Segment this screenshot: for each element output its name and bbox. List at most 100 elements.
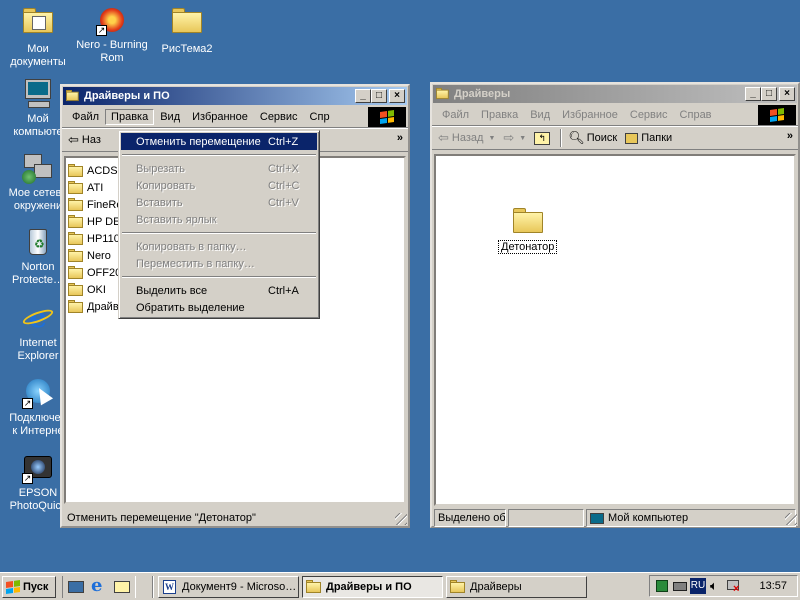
minimize-button[interactable]: _ bbox=[745, 87, 761, 101]
quick-launch: e bbox=[62, 575, 136, 598]
menu-file[interactable]: Файл bbox=[436, 107, 475, 123]
desktop-icon-ristema2[interactable]: РисТема2 bbox=[149, 4, 225, 56]
menu-separator bbox=[122, 232, 316, 234]
toolbar-separator bbox=[560, 129, 563, 147]
menu-separator bbox=[122, 276, 316, 278]
edit-menu-dropdown: Отменить перемещение Ctrl+Z Вырезать Ctrl+… bbox=[118, 130, 320, 319]
menu-item-paste[interactable]: Вставить Ctrl+V bbox=[121, 194, 317, 211]
menu-favorites[interactable]: Избранное bbox=[556, 107, 624, 123]
folder-icon bbox=[68, 283, 84, 296]
folder-icon bbox=[512, 208, 544, 234]
network-disconnected-icon[interactable]: × bbox=[726, 578, 742, 595]
show-desktop-icon[interactable] bbox=[67, 578, 85, 596]
menu-help[interactable]: Справ bbox=[674, 107, 718, 123]
task-drivers-and-software[interactable]: Драйверы и ПО bbox=[302, 575, 443, 598]
back-button[interactable]: ⇦ Наз bbox=[68, 132, 101, 148]
folder-icon bbox=[436, 88, 450, 100]
menu-item-paste-shortcut[interactable]: Вставить ярлык bbox=[121, 211, 317, 228]
folder-icon bbox=[171, 8, 203, 40]
menu-view[interactable]: Вид bbox=[154, 109, 186, 125]
dropdown-arrow-icon: ▼ bbox=[519, 134, 527, 142]
word-icon: W bbox=[163, 579, 176, 594]
menu-item-copy[interactable]: Копировать Ctrl+C bbox=[121, 177, 317, 194]
menu-item-invert-selection[interactable]: Обратить выделение bbox=[121, 299, 317, 316]
menu-favorites[interactable]: Избранное bbox=[186, 109, 254, 125]
menu-item-copy-to-folder[interactable]: Копировать в папку… bbox=[121, 238, 317, 255]
menubar: Файл Правка Вид Избранное Сервис Справ bbox=[432, 104, 798, 126]
menu-item-undo-move[interactable]: Отменить перемещение Ctrl+Z bbox=[121, 133, 317, 150]
desktop-icon-my-documents[interactable]: Мои документы bbox=[0, 4, 76, 69]
minimize-button[interactable]: _ bbox=[355, 89, 371, 103]
menu-item-cut[interactable]: Вырезать Ctrl+X bbox=[121, 160, 317, 177]
maximize-button[interactable]: □ bbox=[761, 87, 777, 101]
menu-tools[interactable]: Сервис bbox=[254, 109, 304, 125]
folders-button[interactable]: Папки bbox=[625, 132, 672, 144]
window-title: Драйверы и ПО bbox=[84, 90, 170, 102]
connect-internet-icon: ↗ bbox=[22, 377, 54, 409]
folder-icon bbox=[68, 181, 84, 194]
status-empty bbox=[508, 509, 584, 527]
task-drivers[interactable]: Драйверы bbox=[446, 575, 587, 598]
file-view[interactable]: Детонатор bbox=[434, 154, 796, 506]
folder-icon bbox=[68, 266, 84, 279]
search-button[interactable]: 🔍︎ Поиск bbox=[568, 130, 617, 146]
window-title: Драйверы bbox=[454, 88, 511, 100]
maximize-button[interactable]: □ bbox=[371, 89, 387, 103]
tray-app-icon[interactable] bbox=[654, 578, 670, 594]
menu-help[interactable]: Спр bbox=[304, 109, 336, 125]
menu-edit[interactable]: Правка bbox=[475, 107, 524, 123]
forward-button[interactable]: ⇨ ▼ bbox=[503, 130, 526, 146]
titlebar[interactable]: Драйверы _ □ × bbox=[433, 85, 797, 103]
folder-item-detonator[interactable]: Детонатор bbox=[498, 208, 558, 254]
clock[interactable]: 13:57 bbox=[759, 580, 787, 592]
windows-logo-icon bbox=[368, 107, 406, 127]
start-button[interactable]: Пуск bbox=[2, 575, 56, 598]
resize-grip[interactable] bbox=[395, 513, 407, 525]
my-computer-icon bbox=[22, 78, 54, 110]
status-text: Отменить перемещение "Детонатор" bbox=[67, 512, 256, 524]
menu-separator bbox=[122, 154, 316, 156]
tray-printer-icon[interactable] bbox=[672, 578, 688, 594]
epson-icon: ↗ bbox=[22, 452, 54, 484]
toolbar-chevron-icon[interactable]: » bbox=[397, 132, 403, 144]
folder-icon bbox=[66, 90, 80, 102]
network-icon bbox=[22, 152, 54, 184]
menu-tools[interactable]: Сервис bbox=[624, 107, 674, 123]
outlook-express-icon[interactable] bbox=[113, 578, 131, 596]
statusbar: Выделено об Мой компьютер bbox=[434, 508, 796, 528]
recycle-bin-icon: ♻ bbox=[22, 226, 54, 258]
volume-icon[interactable]: 🔈︎ bbox=[708, 578, 724, 594]
folders-icon bbox=[625, 132, 639, 144]
titlebar[interactable]: Драйверы и ПО _ □ × bbox=[63, 87, 407, 105]
internet-explorer-icon: e bbox=[21, 302, 55, 334]
system-tray: RU 🔈︎ × 13:57 bbox=[649, 575, 798, 597]
up-folder-button[interactable]: ↰ bbox=[534, 131, 551, 145]
menu-item-move-to-folder[interactable]: Переместить в папку… bbox=[121, 255, 317, 272]
folder-icon bbox=[68, 198, 84, 211]
menu-file[interactable]: Файл bbox=[66, 109, 105, 125]
language-indicator[interactable]: RU bbox=[690, 578, 706, 594]
my-documents-icon bbox=[22, 8, 54, 40]
close-button[interactable]: × bbox=[389, 89, 405, 103]
back-button[interactable]: ⇦ Назад ▼ bbox=[438, 130, 495, 146]
folder-label: Детонатор bbox=[498, 240, 558, 254]
dropdown-arrow-icon: ▼ bbox=[488, 134, 496, 142]
task-word-document[interactable]: W Документ9 - Microso… bbox=[158, 575, 299, 598]
resize-grip[interactable] bbox=[785, 513, 797, 525]
arrow-left-icon: ⇦ bbox=[68, 132, 79, 147]
taskbar: Пуск e W Документ9 - Microso… Драйверы и… bbox=[0, 572, 800, 600]
nero-icon: ↗ bbox=[96, 4, 128, 36]
folder-icon bbox=[450, 579, 466, 594]
folder-icon bbox=[306, 579, 322, 594]
folder-icon bbox=[68, 232, 84, 245]
desktop-icon-nero[interactable]: ↗ Nero - Burning Rom bbox=[74, 4, 150, 65]
menu-item-select-all[interactable]: Выделить все Ctrl+A bbox=[121, 282, 317, 299]
statusbar: Отменить перемещение "Детонатор" bbox=[64, 508, 406, 528]
window-drivers[interactable]: Драйверы _ □ × Файл Правка Вид Избранное… bbox=[430, 82, 800, 528]
close-button[interactable]: × bbox=[779, 87, 795, 101]
up-folder-icon: ↰ bbox=[534, 131, 551, 145]
internet-explorer-icon[interactable]: e bbox=[90, 575, 108, 596]
menu-view[interactable]: Вид bbox=[524, 107, 556, 123]
toolbar-chevron-icon[interactable]: » bbox=[787, 130, 793, 142]
menu-edit[interactable]: Правка bbox=[105, 108, 155, 125]
